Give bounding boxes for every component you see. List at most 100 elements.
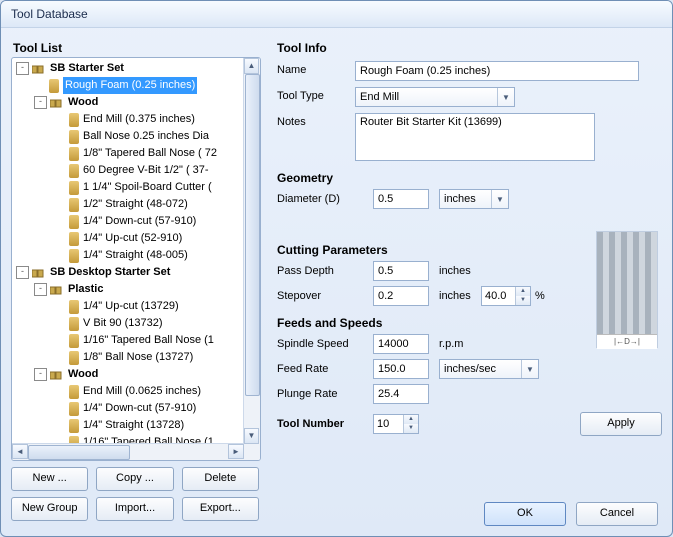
tree-twisty[interactable]: - xyxy=(16,62,29,75)
tree-group[interactable]: -SB Desktop Starter Set xyxy=(14,264,244,281)
chevron-down-icon: ▼ xyxy=(491,190,508,208)
tool-type-value: End Mill xyxy=(356,91,497,103)
h-scroll-thumb[interactable] xyxy=(28,445,130,460)
scroll-left-button[interactable]: ◄ xyxy=(12,444,28,459)
tree-group[interactable]: -SB Starter Set xyxy=(14,60,244,77)
tree-item[interactable]: 1/4" Down-cut (57-910) xyxy=(14,400,244,417)
tree-twisty[interactable]: - xyxy=(34,283,47,296)
h-scroll-track[interactable] xyxy=(28,444,228,460)
tool-list-panel: Tool List -SB Starter SetRough Foam (0.2… xyxy=(11,35,259,526)
tree-item[interactable]: End Mill (0.375 inches) xyxy=(14,111,244,128)
tree-item[interactable]: Rough Foam (0.25 inches) xyxy=(14,77,244,94)
stepover-pct-spinner[interactable]: 40.0 ▲▼ xyxy=(481,286,531,306)
tree-item[interactable]: 1/8" Tapered Ball Nose ( 72 xyxy=(14,145,244,162)
tool-number-spinner[interactable]: 10 ▲▼ xyxy=(373,414,419,434)
geometry-preview: |←D→| xyxy=(596,231,658,348)
tree-item[interactable]: 1/4" Straight (13728) xyxy=(14,417,244,434)
tree-item[interactable]: 1/4" Down-cut (57-910) xyxy=(14,213,244,230)
spindle-speed-input[interactable] xyxy=(373,334,429,354)
feed-units-combo[interactable]: inches/sec ▼ xyxy=(439,359,539,379)
tool-info-panel: Tool Info Name Tool Type End Mill ▼ Note… xyxy=(271,35,662,526)
tree-group[interactable]: -Wood xyxy=(14,94,244,111)
tree-item[interactable]: 60 Degree V-Bit 1/2" ( 37- xyxy=(14,162,244,179)
export-button[interactable]: Export... xyxy=(182,497,259,521)
tree-item[interactable]: V Bit 90 (13732) xyxy=(14,315,244,332)
tree-item[interactable]: Ball Nose 0.25 inches Dia xyxy=(14,128,244,145)
scroll-corner xyxy=(244,444,260,460)
scroll-down-button[interactable]: ▼ xyxy=(244,428,259,444)
diameter-units-combo[interactable]: inches ▼ xyxy=(439,189,509,209)
tree-twisty[interactable]: - xyxy=(34,96,47,109)
cancel-button[interactable]: Cancel xyxy=(576,502,658,526)
tree-label: 1/4" Up-cut (13729) xyxy=(83,298,179,315)
group-icon xyxy=(50,369,64,381)
feed-rate-input[interactable] xyxy=(373,359,429,379)
dialog-buttons: OK Cancel xyxy=(484,502,658,526)
tool-icon xyxy=(69,198,79,212)
tree-label: 1/4" Down-cut (57-910) xyxy=(83,213,196,230)
geometry-caption: |←D→| xyxy=(597,334,657,349)
v-scroll-thumb[interactable] xyxy=(245,74,260,396)
new-button[interactable]: New ... xyxy=(11,467,88,491)
scroll-right-button[interactable]: ► xyxy=(228,444,244,459)
name-label: Name xyxy=(277,61,355,76)
tool-list-title: Tool List xyxy=(13,41,259,55)
tree-item[interactable]: 1/8" Ball Nose (13727) xyxy=(14,349,244,366)
import-button[interactable]: Import... xyxy=(96,497,173,521)
tool-icon xyxy=(69,402,79,416)
spin-up-icon[interactable]: ▲ xyxy=(516,287,530,296)
tool-list-buttons-2: New Group Import... Export... xyxy=(11,497,259,521)
group-icon xyxy=(32,63,46,75)
spin-down-icon[interactable]: ▼ xyxy=(404,424,418,433)
tool-type-combo[interactable]: End Mill ▼ xyxy=(355,87,515,107)
tool-database-window: Tool Database Tool List -SB Starter SetR… xyxy=(0,0,673,537)
tree-body[interactable]: -SB Starter SetRough Foam (0.25 inches)-… xyxy=(12,58,244,444)
delete-button[interactable]: Delete xyxy=(182,467,259,491)
tree-twisty[interactable]: - xyxy=(34,368,47,381)
tree-item[interactable]: 1/2" Straight (48-072) xyxy=(14,196,244,213)
tool-icon xyxy=(69,113,79,127)
scroll-up-button[interactable]: ▲ xyxy=(244,58,259,74)
tree-item[interactable]: 1/4" Up-cut (13729) xyxy=(14,298,244,315)
tree-label: 1/16" Tapered Ball Nose (1 xyxy=(83,332,214,349)
ok-button[interactable]: OK xyxy=(484,502,566,526)
tree-item[interactable]: 1/16" Tapered Ball Nose (1 xyxy=(14,332,244,349)
tree-label: End Mill (0.375 inches) xyxy=(83,111,195,128)
tree-item[interactable]: 1 1/4" Spoil-Board Cutter ( xyxy=(14,179,244,196)
name-input[interactable] xyxy=(355,61,639,81)
plunge-rate-input[interactable] xyxy=(373,384,429,404)
tool-info-form: Name Tool Type End Mill ▼ Notes Geometry xyxy=(277,61,662,436)
tree-label: Ball Nose 0.25 inches Dia xyxy=(83,128,209,145)
tool-number-label: Tool Number xyxy=(277,418,373,430)
spin-up-icon[interactable]: ▲ xyxy=(404,415,418,424)
apply-button[interactable]: Apply xyxy=(580,412,662,436)
client-area: Tool List -SB Starter SetRough Foam (0.2… xyxy=(1,27,672,536)
notes-label: Notes xyxy=(277,113,355,128)
horizontal-scrollbar[interactable]: ◄ ► xyxy=(12,443,244,460)
percent-label: % xyxy=(535,290,545,302)
copy-button[interactable]: Copy ... xyxy=(96,467,173,491)
tree-group[interactable]: - Plastic xyxy=(14,281,244,298)
tool-tree[interactable]: -SB Starter SetRough Foam (0.25 inches)-… xyxy=(11,57,261,461)
tree-item[interactable]: 1/4" Up-cut (52-910) xyxy=(14,230,244,247)
vertical-scrollbar[interactable]: ▲ ▼ xyxy=(243,58,260,444)
tree-item[interactable]: End Mill (0.0625 inches) xyxy=(14,383,244,400)
tree-label: Plastic xyxy=(68,281,103,298)
tool-icon xyxy=(69,164,79,178)
stepover-pct-value: 40.0 xyxy=(482,290,515,302)
chevron-down-icon: ▼ xyxy=(497,88,514,106)
window-title: Tool Database xyxy=(11,7,88,21)
tree-group[interactable]: -Wood xyxy=(14,366,244,383)
pass-depth-input[interactable] xyxy=(373,261,429,281)
spindle-speed-label: Spindle Speed xyxy=(277,338,373,350)
stepover-input[interactable] xyxy=(373,286,429,306)
diameter-input[interactable] xyxy=(373,189,429,209)
spin-down-icon[interactable]: ▼ xyxy=(516,296,530,305)
tool-icon xyxy=(69,334,79,348)
new-group-button[interactable]: New Group xyxy=(11,497,88,521)
tree-twisty[interactable]: - xyxy=(16,266,29,279)
tree-item[interactable]: 1/4" Straight (48-005) xyxy=(14,247,244,264)
diameter-units-value: inches xyxy=(440,193,491,205)
tree-label: End Mill (0.0625 inches) xyxy=(83,383,201,400)
notes-input[interactable] xyxy=(355,113,595,161)
